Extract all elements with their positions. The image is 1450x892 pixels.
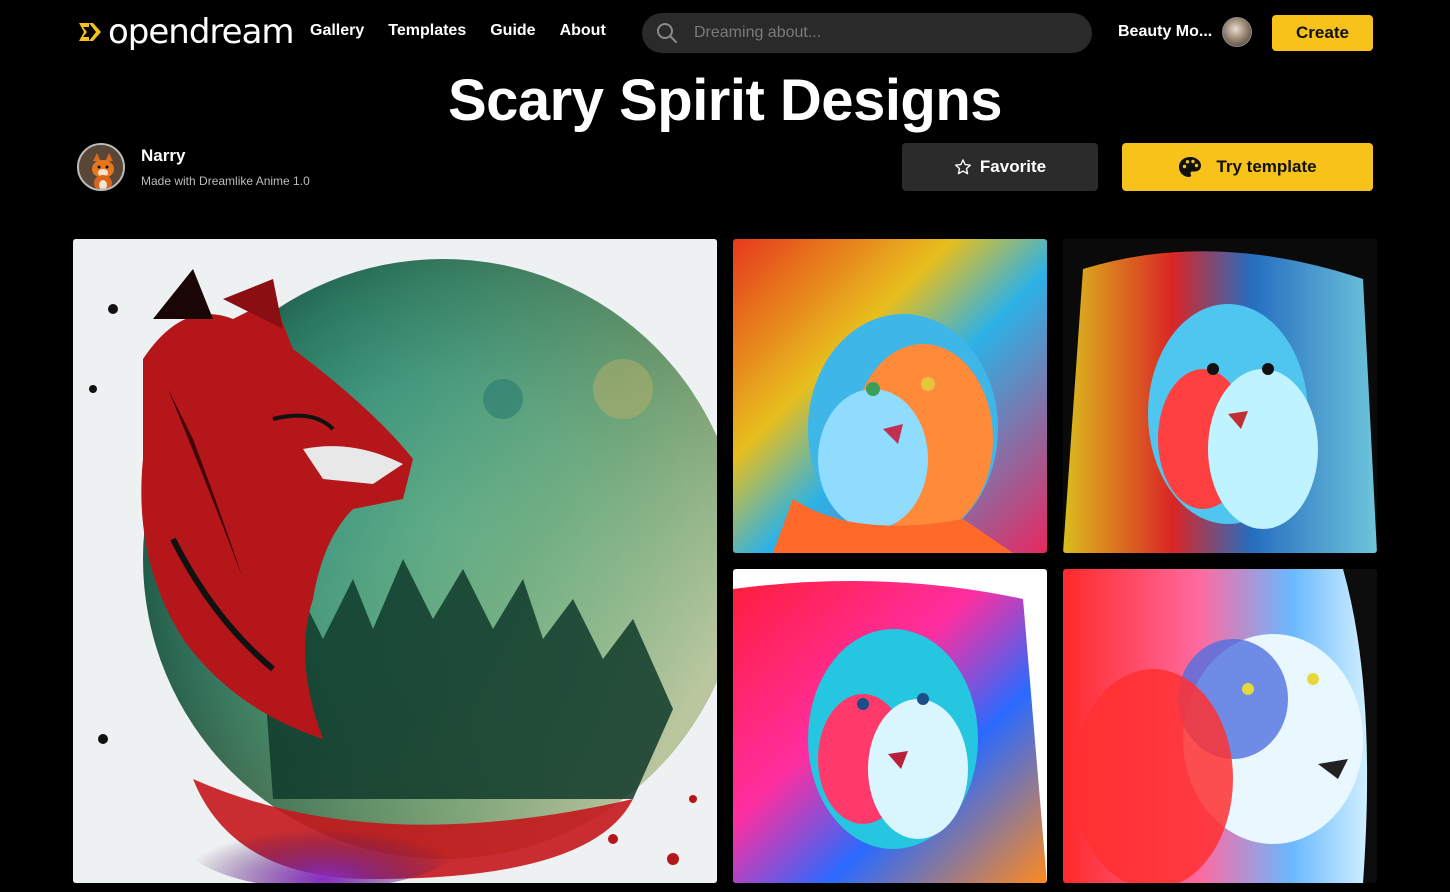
main-nav: Gallery Templates Guide About (310, 22, 606, 40)
try-template-button[interactable]: Try template (1122, 143, 1373, 191)
top-header: opendream Gallery Templates Guide About … (0, 0, 1450, 64)
fox-avatar-icon (79, 145, 123, 189)
logo[interactable]: opendream (76, 12, 295, 52)
nav-templates[interactable]: Templates (388, 22, 466, 40)
create-button[interactable]: Create (1272, 15, 1373, 51)
author-info: Narry Made with Dreamlike Anime 1.0 (77, 143, 310, 191)
search-icon (657, 23, 677, 43)
author-avatar[interactable] (77, 143, 125, 191)
logo-text: opendream (108, 12, 295, 52)
search-bar (642, 13, 1092, 53)
avatar (1222, 17, 1253, 47)
gallery-image-1[interactable] (733, 239, 1047, 553)
palette-icon (1179, 157, 1202, 177)
author-name[interactable]: Narry (141, 146, 310, 166)
nav-about[interactable]: About (560, 22, 606, 40)
lion-artwork-1 (733, 239, 1047, 553)
user-name: Beauty Mo... (1118, 23, 1213, 40)
gallery-image-2[interactable] (1063, 239, 1377, 553)
gallery-image-main[interactable] (73, 239, 717, 883)
model-label: Made with Dreamlike Anime 1.0 (141, 174, 310, 188)
lion-artwork-3 (733, 569, 1047, 883)
gallery-image-4[interactable] (1063, 569, 1377, 883)
lion-artwork-2 (1063, 239, 1377, 553)
fox-moon-artwork (73, 239, 717, 883)
lion-artwork-4 (1063, 569, 1377, 883)
opendream-logo-icon (79, 23, 101, 41)
nav-gallery[interactable]: Gallery (310, 22, 364, 40)
gallery-image-3[interactable] (733, 569, 1047, 883)
favorite-button[interactable]: Favorite (902, 143, 1098, 191)
star-icon (954, 159, 971, 175)
page-title: Scary Spirit Designs (447, 68, 1003, 133)
user-menu[interactable]: Beauty Mo... (1118, 17, 1253, 47)
search-input[interactable] (694, 24, 1074, 42)
favorite-label: Favorite (979, 157, 1047, 176)
nav-guide[interactable]: Guide (490, 22, 535, 40)
author-text: Narry Made with Dreamlike Anime 1.0 (141, 146, 310, 188)
try-template-label: Try template (1216, 157, 1317, 176)
